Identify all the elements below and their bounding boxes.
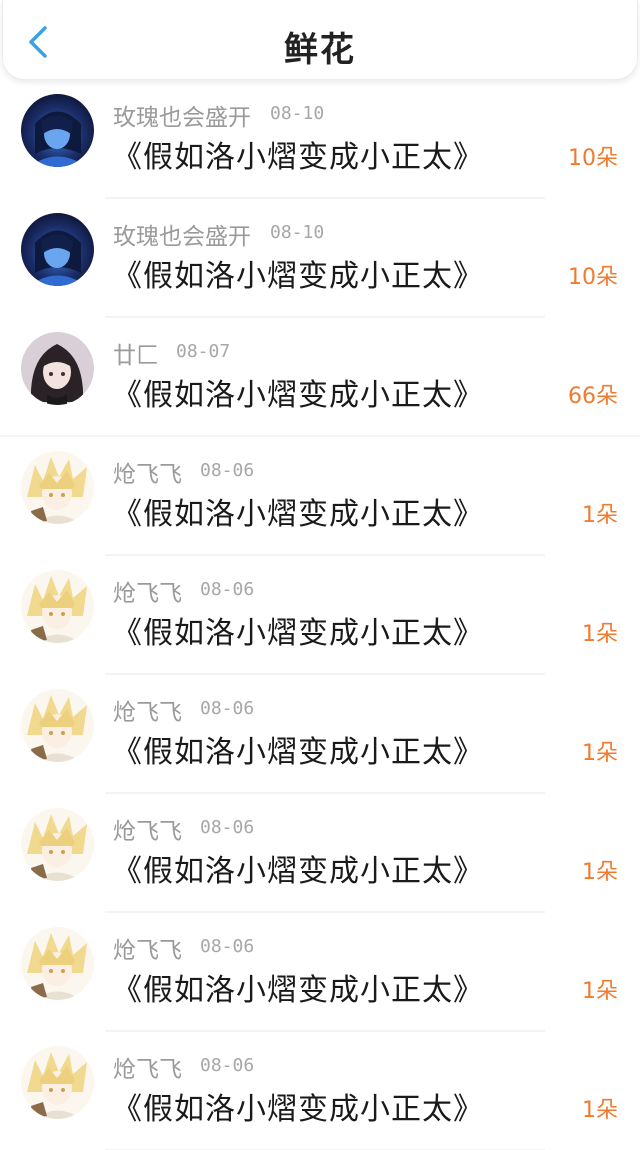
username[interactable]: 玫瑰也会盛开 (113, 217, 251, 251)
list-item[interactable]: 炝飞飞 08-06 《假如洛小熠变成小正太》 1朵 (0, 913, 640, 1032)
avatar[interactable] (21, 1046, 94, 1119)
date-label: 08-06 (200, 579, 255, 600)
avatar[interactable] (21, 570, 94, 643)
username[interactable]: 炝飞飞 (113, 1050, 182, 1084)
book-title[interactable]: 《假如洛小熠变成小正太》 (112, 489, 484, 533)
gift-list: 玫瑰也会盛开 08-10 《假如洛小熠变成小正太》 10朵 玫瑰也会盛开 08-… (0, 80, 640, 1150)
flower-count: 10朵 (568, 265, 618, 290)
date-label: 08-10 (270, 103, 325, 124)
date-label: 08-06 (200, 936, 255, 957)
avatar[interactable] (21, 213, 94, 286)
book-title[interactable]: 《假如洛小熠变成小正太》 (112, 370, 484, 414)
gift-list-screen: 鲜花 玫瑰也会盛开 08-10 《假如洛小熠变成小正太》 10朵 玫瑰也会盛开 … (0, 0, 640, 1150)
date-label: 08-06 (200, 460, 255, 481)
username[interactable]: 玫瑰也会盛开 (113, 98, 251, 132)
header-bar: 鲜花 (2, 0, 638, 80)
flower-count: 1朵 (582, 860, 618, 885)
avatar[interactable] (21, 332, 94, 405)
flower-count: 66朵 (568, 384, 618, 409)
date-label: 08-06 (200, 817, 255, 838)
flower-count: 1朵 (582, 503, 618, 528)
flower-count: 10朵 (568, 146, 618, 171)
list-item[interactable]: 炝飞飞 08-06 《假如洛小熠变成小正太》 1朵 (0, 1032, 640, 1150)
date-label: 08-06 (200, 1055, 255, 1076)
list-item[interactable]: 炝飞飞 08-06 《假如洛小熠变成小正太》 1朵 (0, 675, 640, 794)
book-title[interactable]: 《假如洛小熠变成小正太》 (112, 132, 484, 176)
username[interactable]: 炝飞飞 (113, 574, 182, 608)
username[interactable]: 炝飞飞 (113, 812, 182, 846)
avatar[interactable] (21, 451, 94, 524)
avatar[interactable] (21, 689, 94, 762)
book-title[interactable]: 《假如洛小熠变成小正太》 (112, 1084, 484, 1128)
username[interactable]: 炝飞飞 (113, 455, 182, 489)
list-item[interactable]: 玫瑰也会盛开 08-10 《假如洛小熠变成小正太》 10朵 (0, 199, 640, 318)
list-item[interactable]: 廿匚 08-07 《假如洛小熠变成小正太》 66朵 (0, 318, 640, 437)
date-label: 08-07 (176, 341, 231, 362)
book-title[interactable]: 《假如洛小熠变成小正太》 (112, 727, 484, 771)
list-item[interactable]: 炝飞飞 08-06 《假如洛小熠变成小正太》 1朵 (0, 437, 640, 556)
flower-count: 1朵 (582, 622, 618, 647)
list-item[interactable]: 炝飞飞 08-06 《假如洛小熠变成小正太》 1朵 (0, 556, 640, 675)
avatar[interactable] (21, 808, 94, 881)
flower-count: 1朵 (582, 741, 618, 766)
date-label: 08-06 (200, 698, 255, 719)
username[interactable]: 炝飞飞 (113, 693, 182, 727)
page-title: 鲜花 (284, 30, 356, 70)
username[interactable]: 炝飞飞 (113, 931, 182, 965)
book-title[interactable]: 《假如洛小熠变成小正太》 (112, 251, 484, 295)
book-title[interactable]: 《假如洛小熠变成小正太》 (112, 965, 484, 1009)
username[interactable]: 廿匚 (113, 336, 159, 370)
avatar[interactable] (21, 927, 94, 1000)
flower-count: 1朵 (582, 979, 618, 1004)
avatar[interactable] (21, 94, 94, 167)
flower-count: 1朵 (582, 1098, 618, 1123)
book-title[interactable]: 《假如洛小熠变成小正太》 (112, 846, 484, 890)
list-item[interactable]: 玫瑰也会盛开 08-10 《假如洛小熠变成小正太》 10朵 (0, 80, 640, 199)
date-label: 08-10 (270, 222, 325, 243)
book-title[interactable]: 《假如洛小熠变成小正太》 (112, 608, 484, 652)
list-item[interactable]: 炝飞飞 08-06 《假如洛小熠变成小正太》 1朵 (0, 794, 640, 913)
